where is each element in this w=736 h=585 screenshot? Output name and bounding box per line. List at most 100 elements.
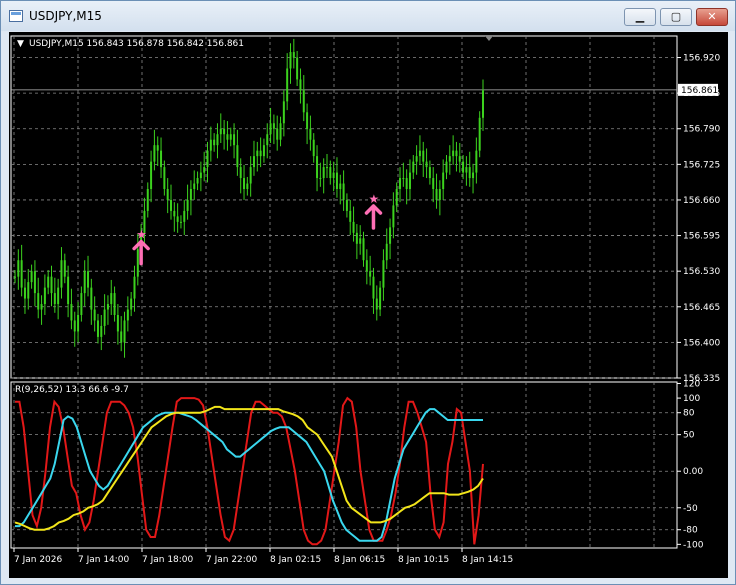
chart-svg[interactable]: ★★ 156.920156.855156.790156.725156.66015… — [9, 32, 728, 578]
time-label: 7 Jan 14:00 — [78, 555, 130, 565]
candle-body — [239, 167, 242, 179]
chart-shift-marker — [485, 36, 493, 41]
candle-body — [455, 150, 458, 157]
candle-body — [375, 298, 378, 310]
candle-body — [326, 167, 328, 169]
chart-header: USDJPY,M15 156.843 156.878 156.842 156.8… — [29, 39, 244, 49]
candle-body — [166, 189, 169, 200]
candle-body — [123, 320, 126, 343]
candle-body — [472, 172, 475, 179]
candle-body — [329, 167, 332, 179]
candle-body — [50, 276, 53, 294]
candle-body — [332, 172, 335, 179]
chart-canvas[interactable]: ★★ 156.920156.855156.790156.725156.66015… — [9, 32, 728, 578]
candle-body — [146, 189, 149, 211]
candle-body — [116, 315, 119, 332]
indicator-scale-label: -80 — [683, 526, 698, 536]
candle-body — [14, 276, 16, 278]
candle-body — [428, 167, 431, 179]
candle-body — [160, 150, 163, 168]
candle-body — [120, 331, 123, 343]
indicator-scale-label: 120 — [683, 379, 700, 389]
candle-body — [170, 199, 172, 211]
candle-body — [83, 271, 86, 294]
candle-body — [478, 117, 481, 151]
candle-body — [342, 183, 345, 200]
candle-body — [412, 161, 415, 173]
close-icon: ✕ — [707, 10, 717, 23]
candle-body — [130, 298, 133, 310]
candle-body — [385, 243, 388, 261]
title-bar[interactable]: USDJPY,M15 ▁ ▢ ✕ — [1, 1, 735, 31]
candle-body — [223, 128, 226, 135]
minimize-icon: ▁ — [635, 10, 645, 23]
candle-body — [23, 287, 26, 299]
candle-body — [435, 189, 438, 200]
candle-body — [462, 161, 465, 173]
candle-body — [392, 205, 395, 228]
candle-body — [448, 156, 451, 162]
candle-body — [415, 156, 418, 162]
candle-body — [153, 145, 156, 162]
price-label: 156.465 — [683, 303, 720, 313]
candle-body — [292, 52, 295, 58]
candle-body — [452, 150, 455, 157]
candle-body — [136, 249, 139, 277]
current-price-label: 156.861 — [681, 86, 718, 96]
candle-body — [179, 221, 182, 223]
price-candles — [14, 38, 484, 358]
candle-body — [339, 183, 342, 190]
candle-body — [316, 156, 319, 179]
candle-body — [279, 123, 282, 140]
candle-body — [186, 199, 189, 211]
maximize-icon: ▢ — [670, 10, 682, 23]
candle-body — [246, 183, 249, 190]
candle-body — [445, 161, 448, 173]
price-label: 156.660 — [683, 196, 720, 206]
candle-body — [306, 112, 309, 129]
candle-body — [362, 238, 365, 261]
candle-body — [236, 145, 239, 168]
candle-body — [442, 172, 445, 190]
candle-body — [27, 282, 30, 299]
candle-body — [43, 287, 46, 305]
minimize-button[interactable]: ▁ — [624, 8, 656, 26]
candle-body — [203, 167, 206, 173]
candle-body — [243, 178, 246, 190]
candle-body — [213, 139, 216, 146]
candle-body — [156, 145, 159, 151]
candle-body — [289, 52, 292, 69]
candle-body — [176, 216, 179, 222]
chart-window-icon — [9, 10, 23, 22]
candle-body — [96, 320, 99, 337]
time-label: 8 Jan 06:15 — [334, 555, 385, 565]
indicator-header: R(9,26,52) 13.3 66.6 -9.7 — [15, 385, 129, 395]
indicator-scale-label: 100 — [683, 394, 700, 404]
candle-body — [352, 221, 355, 233]
candle-body — [475, 150, 478, 173]
candle-body — [359, 238, 362, 244]
candle-body — [319, 178, 322, 180]
indicator-scale-label: 50 — [683, 431, 695, 441]
candle-body — [60, 260, 63, 288]
candle-body — [150, 161, 153, 190]
collapse-triangle-icon[interactable]: ▼ — [17, 39, 24, 49]
close-button[interactable]: ✕ — [696, 8, 728, 26]
time-label: 8 Jan 14:15 — [462, 555, 513, 565]
candle-body — [395, 189, 398, 206]
candle-body — [163, 167, 166, 190]
candle-body — [418, 150, 421, 157]
candle-body — [100, 325, 103, 337]
candle-body — [458, 156, 461, 162]
candle-body — [57, 287, 60, 305]
candle-body — [379, 287, 382, 310]
candle-body — [90, 287, 93, 310]
candle-body — [272, 123, 275, 129]
candle-body — [322, 167, 325, 179]
candle-body — [77, 315, 80, 332]
indicator-scale-label: 80 — [683, 409, 695, 419]
price-label: 156.595 — [683, 232, 720, 242]
candle-body — [425, 161, 428, 168]
maximize-button[interactable]: ▢ — [660, 8, 692, 26]
candle-body — [233, 134, 236, 146]
